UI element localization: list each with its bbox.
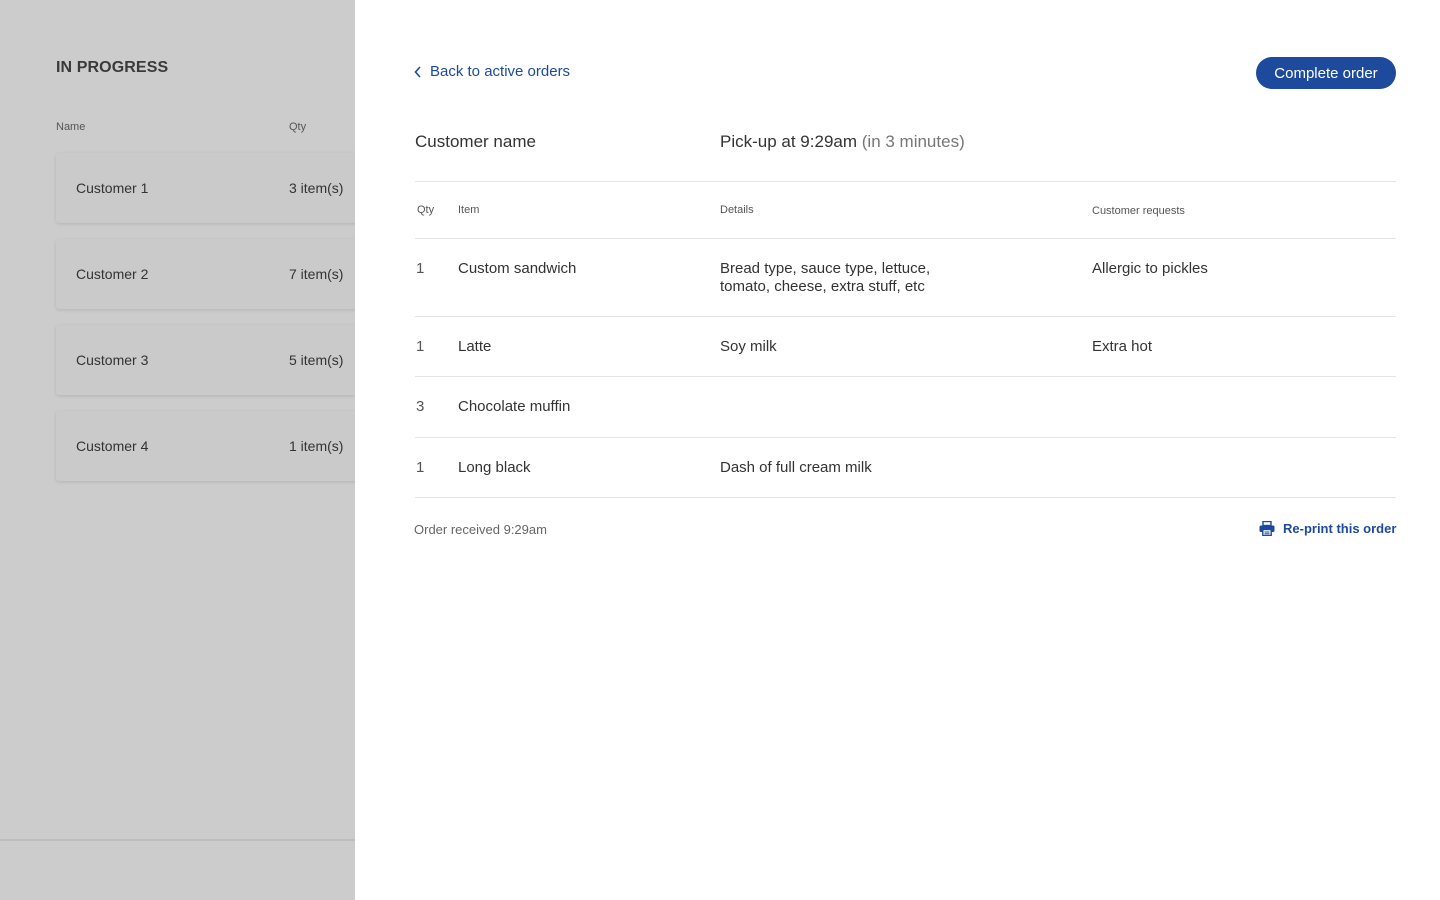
row-qty: 1 [416, 338, 425, 355]
order-item-count: 3 item(s) [289, 180, 344, 196]
row-details: Soy milk [720, 338, 777, 355]
divider [415, 497, 1396, 498]
order-card-customer-1[interactable]: Customer 1 3 item(s) [56, 153, 355, 223]
order-received-time: Order received 9:29am [414, 522, 547, 537]
pickup-info: Pick-up at 9:29am (in 3 minutes) [720, 132, 965, 152]
order-item-count: 1 item(s) [289, 438, 344, 454]
column-header-name: Name [56, 121, 86, 133]
customer-name: Customer name [415, 132, 536, 151]
panel-title: IN PROGRESS [56, 59, 169, 76]
back-to-active-orders-link[interactable]: Back to active orders [414, 63, 570, 80]
reprint-order-button[interactable]: Re-print this order [1259, 521, 1396, 536]
order-customer-name: Customer 1 [76, 180, 149, 196]
column-header-details: Details [720, 204, 754, 216]
row-qty: 1 [416, 260, 425, 277]
row-item: Long black [458, 459, 531, 476]
back-link-label: Back to active orders [430, 63, 571, 80]
order-card-customer-2[interactable]: Customer 2 7 item(s) [56, 239, 355, 309]
row-qty: 3 [416, 398, 425, 415]
order-detail-panel: Back to active orders Complete order Cus… [355, 0, 1440, 900]
order-customer-name: Customer 3 [76, 352, 149, 368]
reprint-label: Re-print this order [1283, 521, 1397, 536]
row-customer-request: Extra hot [1092, 338, 1153, 355]
pickup-relative: (in 3 minutes) [861, 132, 965, 151]
row-details: Dash of full cream milk [720, 459, 872, 476]
order-card-customer-4[interactable]: Customer 4 1 item(s) [56, 411, 355, 481]
printer-icon [1259, 521, 1275, 536]
in-progress-panel: IN PROGRESS Name Qty Customer 1 3 item(s… [0, 0, 355, 900]
row-item: Custom sandwich [458, 260, 577, 277]
panel-footer [0, 839, 355, 900]
order-item-count: 7 item(s) [289, 266, 344, 282]
divider [415, 238, 1396, 239]
chevron-left-icon [414, 65, 421, 78]
column-header-qty: Qty [417, 204, 435, 216]
pickup-time: Pick-up at 9:29am [720, 132, 858, 151]
column-header-item: Item [458, 204, 480, 216]
row-details: Bread type, sauce type, lettuce, tomato,… [720, 260, 931, 295]
divider [415, 316, 1396, 317]
order-item-count: 5 item(s) [289, 352, 344, 368]
divider [415, 376, 1396, 377]
divider [415, 181, 1396, 182]
row-qty: 1 [416, 459, 425, 476]
row-item: Latte [458, 338, 492, 355]
order-card-customer-3[interactable]: Customer 3 5 item(s) [56, 325, 355, 395]
row-item: Chocolate muffin [458, 398, 571, 415]
order-customer-name: Customer 2 [76, 266, 149, 282]
column-header-customer-requests: Customer requests [1092, 205, 1185, 217]
order-customer-name: Customer 4 [76, 438, 149, 454]
row-customer-request: Allergic to pickles [1092, 260, 1208, 277]
divider [415, 437, 1396, 438]
column-header-qty: Qty [289, 121, 307, 133]
complete-order-button[interactable]: Complete order [1256, 57, 1396, 89]
